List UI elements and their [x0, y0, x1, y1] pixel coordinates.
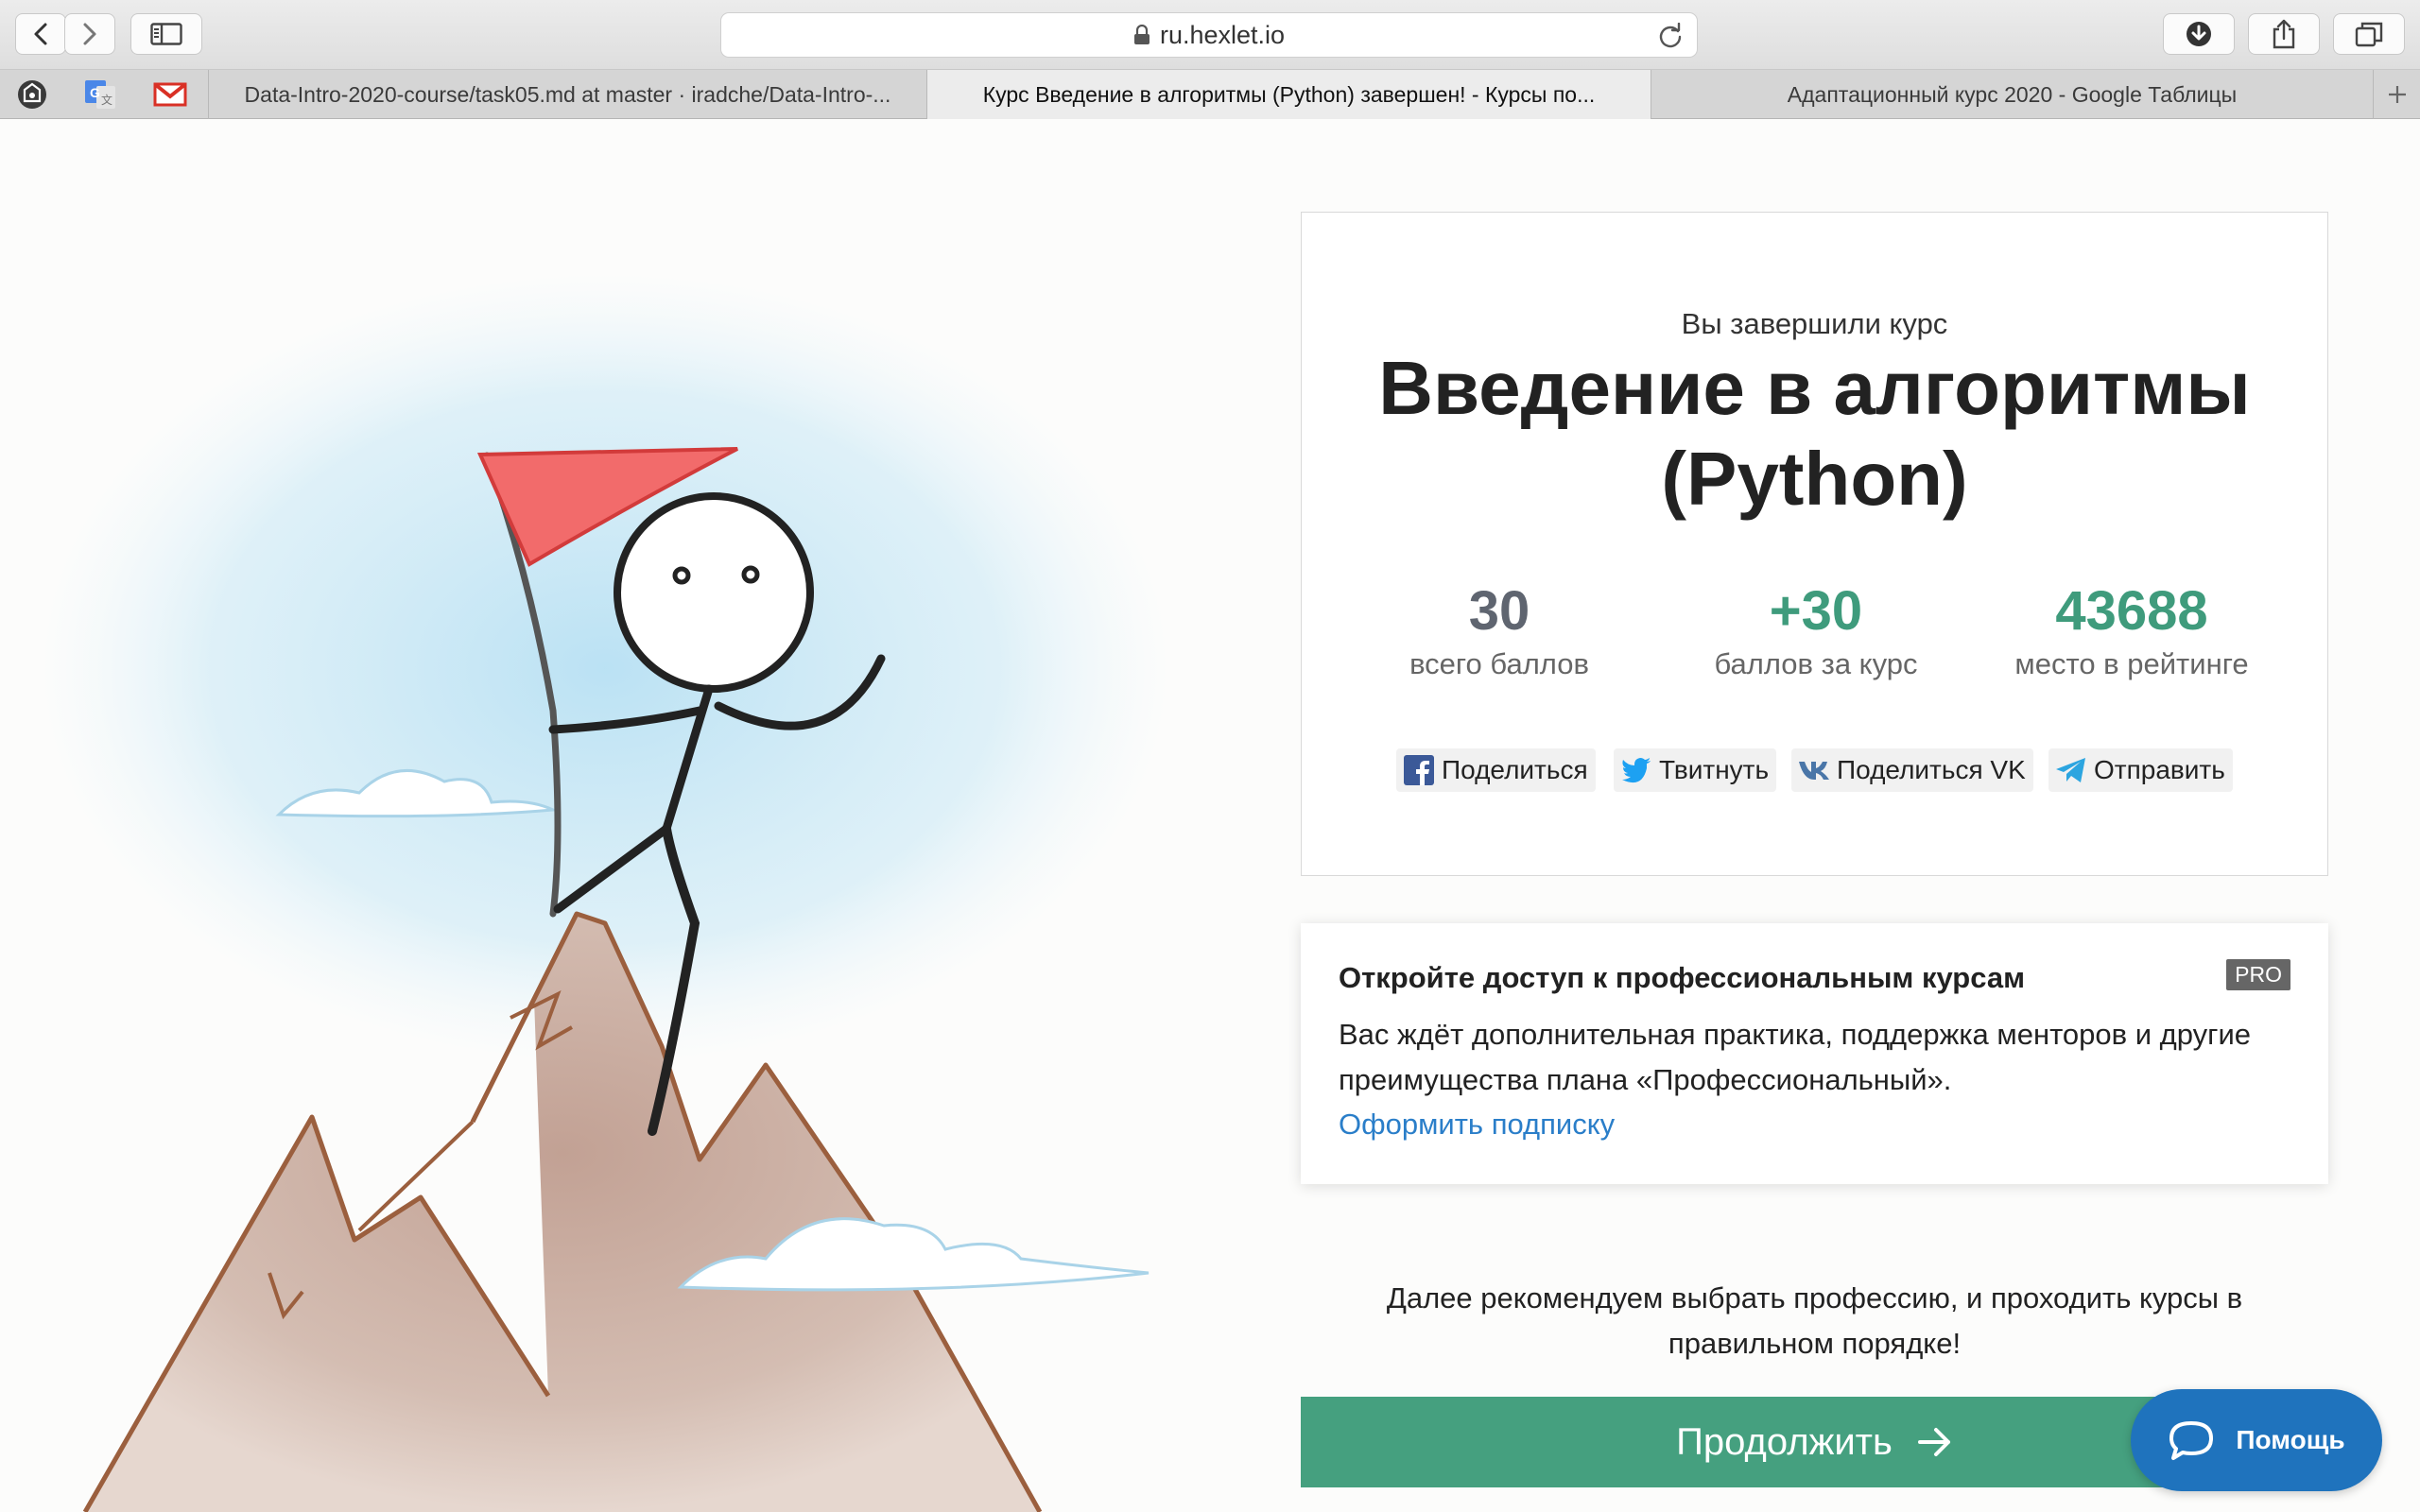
svg-text:G: G — [90, 85, 100, 100]
chat-bubble-icon — [2169, 1421, 2214, 1460]
stat-rating-place: 43688 место в рейтинге — [1976, 581, 2288, 681]
stat-label: баллов за курс — [1714, 647, 1918, 680]
continue-label: Продолжить — [1676, 1420, 1893, 1463]
telegram-icon — [2054, 753, 2088, 787]
tab-title: Курс Введение в алгоритмы (Python) завер… — [982, 81, 1596, 107]
browser-toolbar: ru.hexlet.io — [0, 0, 2420, 70]
figure-head — [614, 492, 814, 693]
favorite-google-translate[interactable]: G文 — [72, 76, 129, 113]
share-twitter-button[interactable]: Твитнуть — [1614, 748, 1777, 792]
sidebar-button[interactable] — [130, 13, 202, 55]
stat-value: 30 — [1468, 580, 1530, 642]
favorite-gmail[interactable] — [142, 76, 199, 113]
chevron-left-icon — [34, 23, 47, 45]
mountain-summit-illustration — [38, 271, 1172, 1512]
arrow-right-icon — [1917, 1428, 1950, 1456]
lock-icon — [1133, 25, 1150, 44]
share-vk-button[interactable]: Поделиться VK — [1791, 748, 2033, 792]
share-twitter-label: Твитнуть — [1659, 755, 1770, 784]
share-button[interactable] — [2248, 13, 2320, 55]
address-bar[interactable]: ru.hexlet.io — [720, 12, 1698, 58]
url-text: ru.hexlet.io — [1159, 20, 1286, 49]
share-vk-label: Поделиться VK — [1837, 755, 2026, 784]
share-telegram-button[interactable]: Отправить — [2048, 748, 2233, 792]
extension-icon — [18, 80, 46, 109]
vk-icon — [1797, 753, 1831, 787]
subscribe-link[interactable]: Оформить подписку — [1339, 1102, 1615, 1147]
google-translate-icon: G文 — [85, 80, 115, 109]
new-tab-button[interactable] — [2373, 70, 2420, 119]
tab-overview-button[interactable] — [2333, 13, 2405, 55]
recommendation-text: Далее рекомендуем выбрать профессию, и п… — [1386, 1281, 2243, 1360]
favorite-extension[interactable] — [4, 76, 60, 113]
tab-title: Data-Intro-2020-course/task05.md at mast… — [244, 81, 891, 107]
stat-value: 43688 — [2055, 580, 2208, 642]
twitter-icon — [1619, 753, 1653, 787]
forward-button[interactable] — [64, 13, 115, 55]
pro-badge: PRO — [2226, 959, 2290, 990]
download-icon — [2187, 22, 2211, 46]
stat-value: +30 — [1769, 580, 1863, 642]
gmail-icon — [153, 82, 187, 107]
sidebar-icon — [150, 23, 182, 45]
browser-tab[interactable]: Data-Intro-2020-course/task05.md at mast… — [208, 70, 926, 119]
share-icon — [2273, 19, 2295, 49]
stat-total-points: 30 всего баллов — [1343, 581, 1655, 681]
completion-kicker: Вы завершили курс — [1681, 307, 1948, 340]
browser-tab[interactable]: Адаптационный курс 2020 - Google Таблицы — [1651, 70, 2373, 119]
share-facebook-button[interactable]: Поделиться — [1396, 748, 1596, 792]
stat-label: всего баллов — [1409, 647, 1589, 680]
plus-icon — [2388, 86, 2406, 103]
tab-title: Адаптационный курс 2020 - Google Таблицы — [1787, 81, 2238, 107]
pro-description: Вас ждёт дополнительная практика, поддер… — [1339, 1018, 2252, 1096]
stat-course-points: +30 баллов за курс — [1660, 581, 1972, 681]
downloads-button[interactable] — [2163, 13, 2235, 55]
course-title: Введение в алгоритмы (Python) — [1378, 346, 2251, 521]
pro-heading: Откройте доступ к профессиональным курса… — [1339, 961, 2026, 994]
help-chat-button[interactable]: Помощь — [2131, 1389, 2382, 1491]
back-button[interactable] — [15, 13, 66, 55]
browser-tab-active[interactable]: Курс Введение в алгоритмы (Python) завер… — [926, 70, 1651, 119]
chevron-right-icon — [83, 23, 96, 45]
course-completion-card: Вы завершили курс Введение в алгоритмы (… — [1301, 212, 2328, 876]
reload-icon[interactable] — [1657, 23, 1684, 49]
tab-bar: G文 Data-Intro-2020-course/task05.md at m… — [0, 70, 2420, 119]
stat-label: место в рейтинге — [2014, 647, 2249, 680]
facebook-icon — [1402, 753, 1436, 787]
help-label: Помощь — [2236, 1425, 2345, 1454]
url-display[interactable]: ru.hexlet.io — [721, 13, 1697, 57]
share-facebook-label: Поделиться — [1442, 755, 1588, 784]
svg-text:文: 文 — [101, 93, 112, 107]
share-telegram-label: Отправить — [2094, 755, 2225, 784]
tabs-icon — [2355, 22, 2383, 47]
